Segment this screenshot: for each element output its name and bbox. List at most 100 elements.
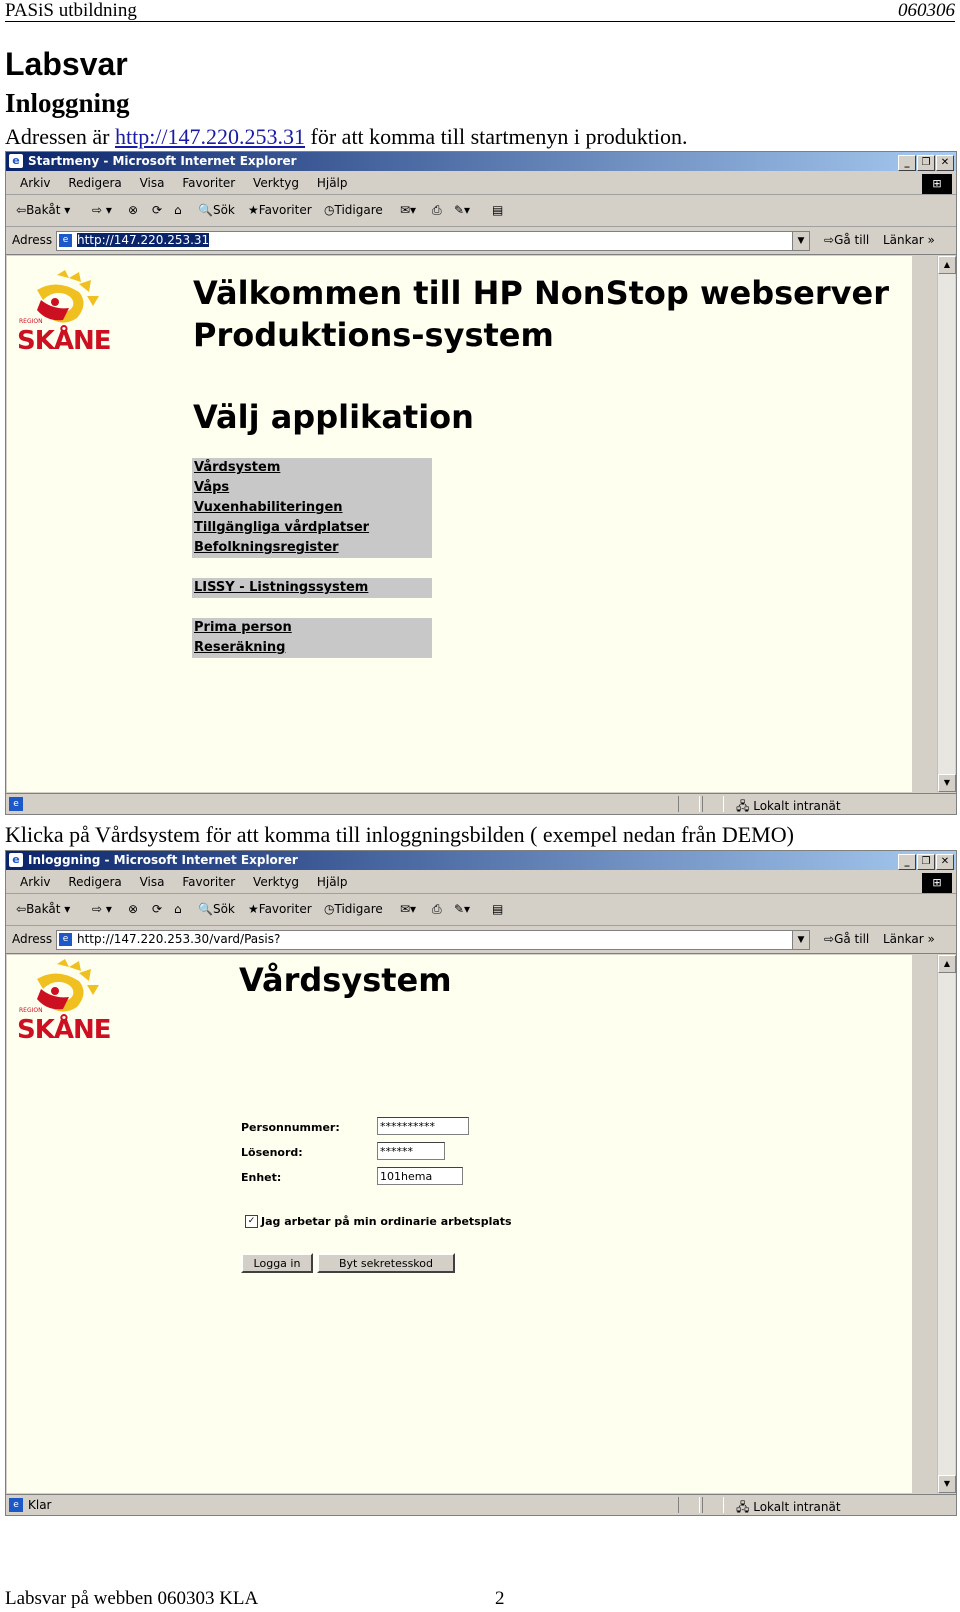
chevron-down-icon[interactable]: ▼ [792,931,809,949]
discuss-icon[interactable]: ▤ [492,902,503,916]
restore-icon[interactable]: ❐ [917,155,935,171]
print-icon[interactable]: ⎙ [432,203,442,218]
menu-hjalp[interactable]: Hjälp [317,176,348,190]
search-button[interactable]: 🔍Sök [198,902,235,916]
vardsystem-heading: Vårdsystem [239,961,452,999]
history-button[interactable]: ◷Tidigare [324,902,383,916]
go-button[interactable]: ⇨Gå till [824,932,869,946]
link-prima-person[interactable]: Prima person [192,618,432,638]
menu-arkiv[interactable]: Arkiv [20,875,51,889]
stop-icon[interactable]: ⊗ [128,902,138,916]
back-button[interactable]: ⇦Bakåt ▾ [16,902,70,916]
mail-icon[interactable]: ✉▾ [400,203,416,217]
refresh-icon[interactable]: ⟳ [152,902,162,916]
page-status-icon: e [9,797,23,811]
history-icon: ◷ [324,203,335,217]
restore-icon[interactable]: ❐ [917,854,935,870]
minimize-icon[interactable]: _ [898,854,916,870]
personnummer-label: Personnummer: [241,1121,340,1134]
back-arrow-icon: ⇦ [16,902,27,916]
stop-icon[interactable]: ⊗ [128,203,138,217]
scroll-down-icon[interactable]: ▼ [938,1475,956,1493]
intro-suffix: för att komma till startmenyn i produkti… [305,124,688,149]
home-icon[interactable]: ⌂ [174,203,182,217]
document-title: Labsvar [5,46,128,82]
back-button[interactable]: ⇦Bakåt ▾ [16,203,70,217]
search-button[interactable]: 🔍Sök [198,203,235,217]
section-heading: Inloggning [5,88,130,118]
discuss-icon[interactable]: ▤ [492,203,503,217]
edit-icon[interactable]: ✎▾ [454,902,470,916]
forward-button[interactable]: ⇨ ▾ [92,902,112,916]
logo-region-text: REGION [19,318,43,325]
menu-hjalp[interactable]: Hjälp [317,875,348,889]
favorites-button[interactable]: ★Favoriter [248,203,312,217]
link-befolkningsregister[interactable]: Befolkningsregister [192,538,432,558]
address-label: Adress [12,233,53,247]
chevron-down-icon[interactable]: ▼ [792,232,809,250]
address-input[interactable]: e http://147.220.253.31 ▼ [56,231,810,251]
scroll-down-icon[interactable]: ▼ [938,774,956,792]
menu-redigera[interactable]: Redigera [68,176,121,190]
link-vaps[interactable]: Våps [192,478,432,498]
refresh-icon[interactable]: ⟳ [152,203,162,217]
minimize-icon[interactable]: _ [898,155,916,171]
header-course-name: PASiS utbildning [5,0,137,21]
history-label: Tidigare [334,203,383,217]
print-icon[interactable]: ⎙ [432,902,442,917]
link-vardsystem[interactable]: Vårdsystem [192,458,432,478]
links-button[interactable]: Länkar » [883,932,935,946]
close-icon[interactable]: ✕ [936,854,954,870]
menu-visa[interactable]: Visa [140,875,165,889]
menu-verktyg[interactable]: Verktyg [253,875,299,889]
links-button[interactable]: Länkar » [883,233,935,247]
scroll-up-icon[interactable]: ▲ [938,955,956,973]
favorites-label: Favoriter [258,203,312,217]
personnummer-input[interactable]: ********** [377,1117,469,1135]
link-lissy[interactable]: LISSY - Listningssystem [192,578,432,598]
page-icon: e [59,933,72,946]
favorites-icon: ★ [248,902,259,916]
mail-icon[interactable]: ✉▾ [400,902,416,916]
search-label: Sök [212,902,235,916]
address-input[interactable]: e http://147.220.253.30/vard/Pasis? ▼ [56,930,810,950]
intro-link[interactable]: http://147.220.253.31 [115,124,305,149]
toolbar: ⇦Bakåt ▾ ⇨ ▾ ⊗ ⟳ ⌂ 🔍Sök ★Favoriter ◷Tidi… [6,196,956,227]
login-button[interactable]: Logga in [241,1253,313,1273]
address-url: http://147.220.253.31 [77,233,210,247]
title-bar: e Startmeny - Microsoft Internet Explore… [6,152,956,171]
page-content: REGION SKÅNE Vårdsystem Personnummer: **… [7,955,912,1493]
search-icon: 🔍 [198,203,213,217]
menu-arkiv[interactable]: Arkiv [20,176,51,190]
password-label: Lösenord: [241,1146,303,1159]
workplace-checkbox-label: Jag arbetar på min ordinarie arbetsplats [261,1215,512,1228]
home-icon[interactable]: ⌂ [174,902,182,916]
back-label: Bakåt [26,203,61,217]
vertical-scrollbar[interactable]: ▲ ▼ [937,955,956,1493]
footer-text: Labsvar på webben 060303 KLA [5,1588,259,1609]
scroll-up-icon[interactable]: ▲ [938,256,956,274]
menu-visa[interactable]: Visa [140,176,165,190]
change-code-button[interactable]: Byt sekretesskod [317,1253,455,1273]
menu-redigera[interactable]: Redigera [68,875,121,889]
close-icon[interactable]: ✕ [936,155,954,171]
go-label: Gå till [834,932,870,946]
link-reserakning[interactable]: Reseräkning [192,638,432,658]
edit-icon[interactable]: ✎▾ [454,203,470,217]
unit-input[interactable]: 101hema [377,1167,463,1185]
history-button[interactable]: ◷Tidigare [324,203,383,217]
link-vuxenhabiliteringen[interactable]: Vuxenhabiliteringen [192,498,432,518]
menu-verktyg[interactable]: Verktyg [253,176,299,190]
link-tillgangliga-vardplatser[interactable]: Tillgängliga vårdplatser [192,518,432,538]
vertical-scrollbar[interactable]: ▲ ▼ [937,256,956,792]
forward-button[interactable]: ⇨ ▾ [92,203,112,217]
go-button[interactable]: ⇨Gå till [824,233,869,247]
window-buttons: _ ❐ ✕ [897,154,954,171]
password-input[interactable]: ****** [377,1142,445,1160]
workplace-checkbox[interactable]: ✓ [245,1215,258,1228]
logo-text: SKÅNE [17,1015,112,1045]
menu-favoriter[interactable]: Favoriter [182,875,235,889]
zone-indicator: 🖧 Lokalt intranät [736,1498,841,1519]
menu-favoriter[interactable]: Favoriter [182,176,235,190]
favorites-button[interactable]: ★Favoriter [248,902,312,916]
